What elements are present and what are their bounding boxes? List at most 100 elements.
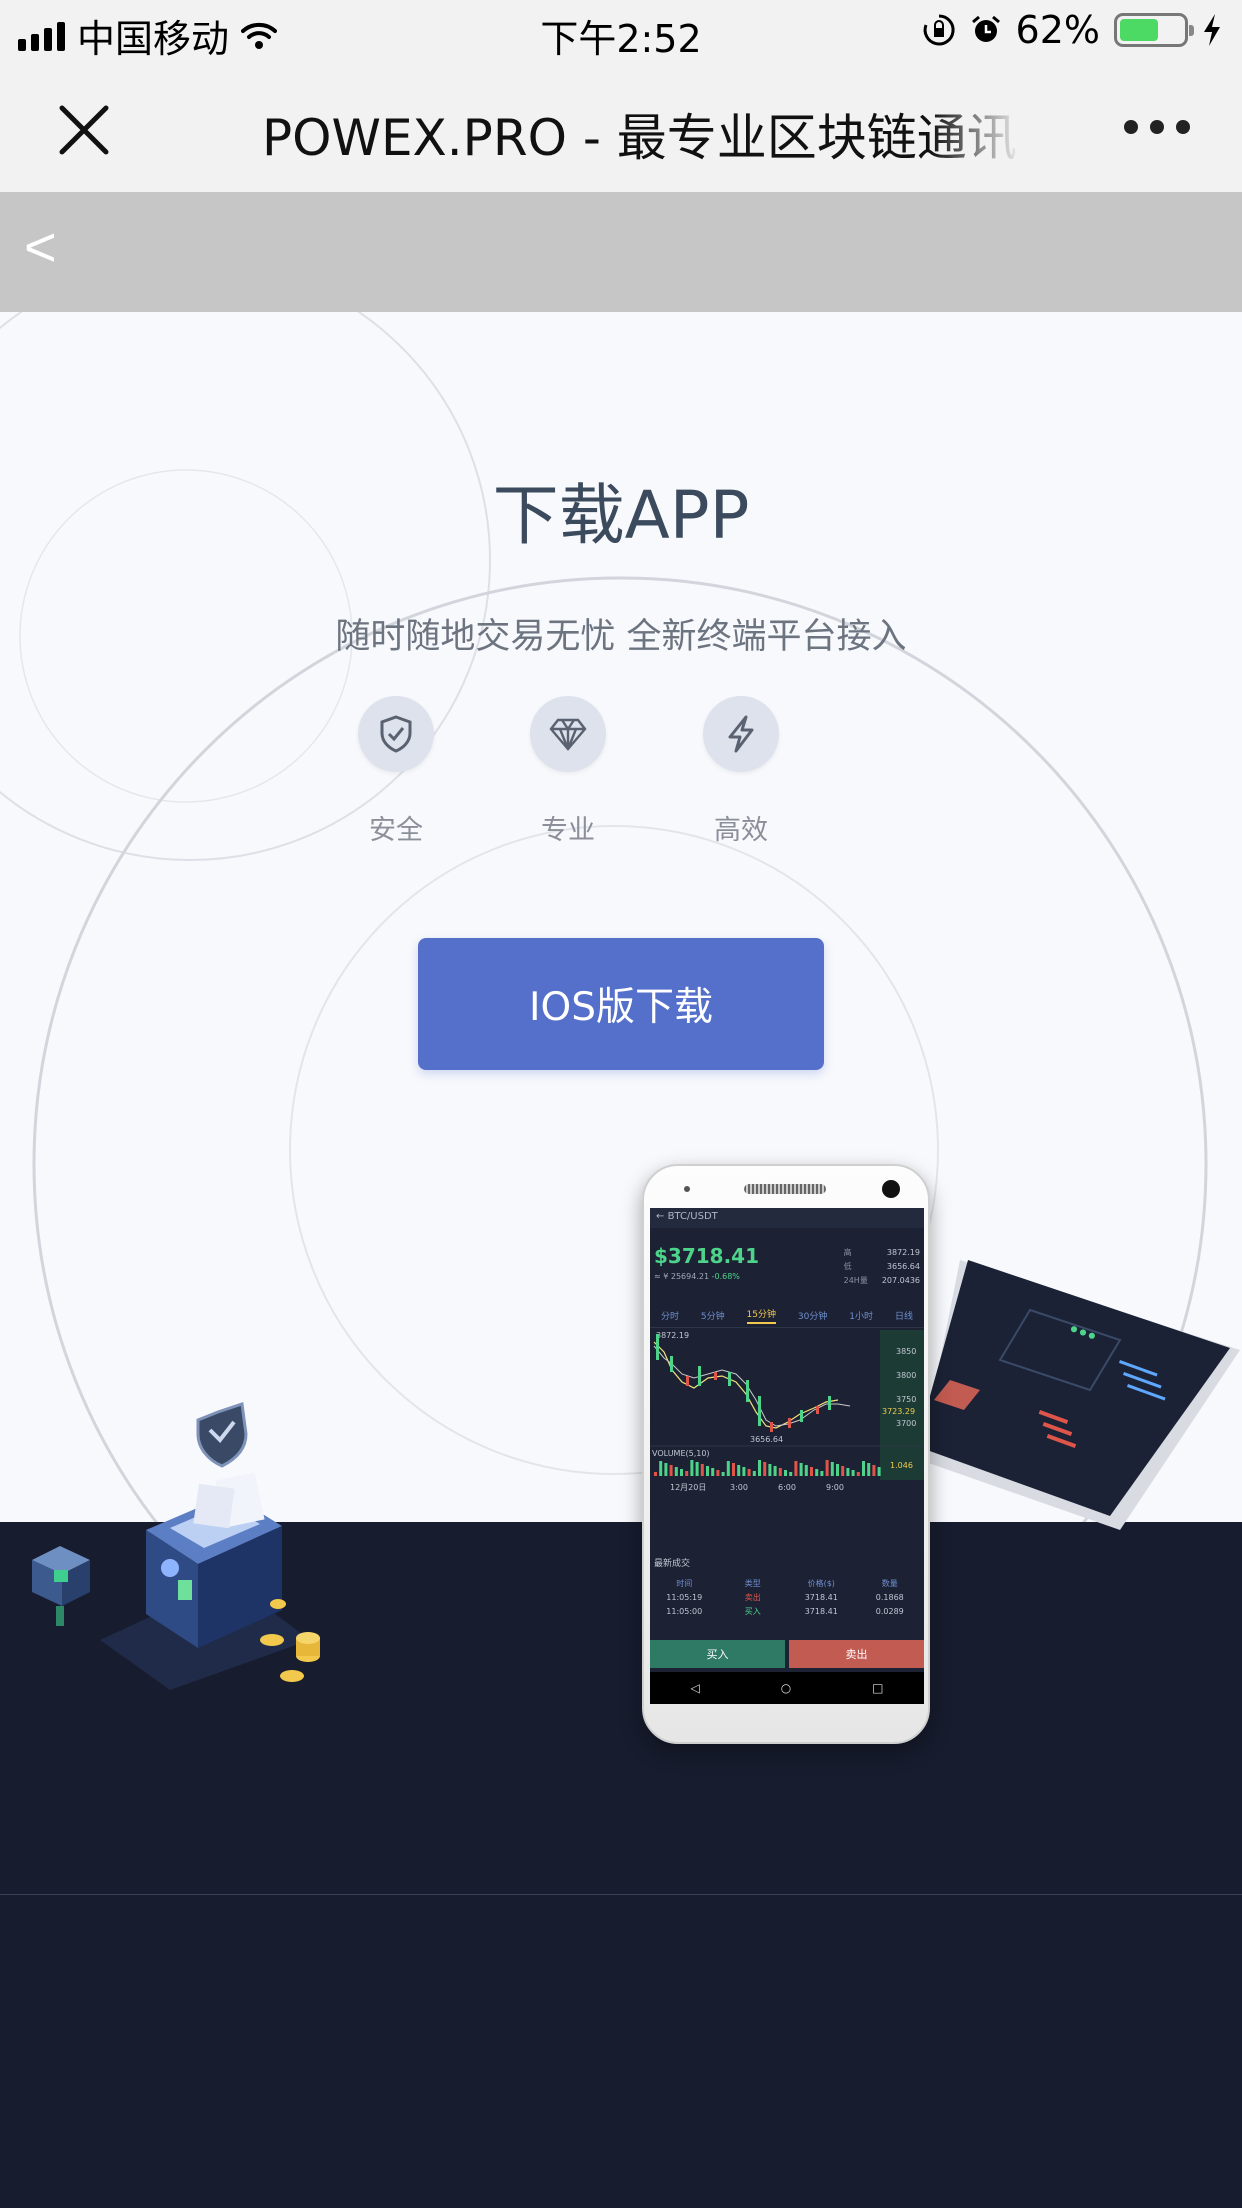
volume-bar (674, 1467, 678, 1476)
feature-efficient: 高效 (681, 696, 801, 847)
battery-percent: 62% (1015, 8, 1100, 52)
volume-bar (721, 1472, 725, 1476)
android-nav-bar: ◁ ○ □ (650, 1672, 924, 1704)
volume-bar (804, 1465, 808, 1476)
svg-text:VOLUME(5,10): VOLUME(5,10) (652, 1449, 710, 1458)
volume-bar (773, 1466, 777, 1476)
nav-back-icon: ◁ (690, 1681, 700, 1695)
volume-bar (763, 1462, 767, 1476)
screen-sell-button: 卖出 (789, 1640, 924, 1668)
phone-screen: ← BTC/USDT $3718.41 ≈ ¥ 25694.21 -0.68% … (650, 1208, 924, 1704)
svg-text:3700: 3700 (896, 1419, 916, 1428)
volume-bar (752, 1471, 756, 1476)
browser-titlebar: POWEX.PRO - 最专业区块链通讯 (0, 62, 1242, 192)
feature-security: 安全 (336, 696, 456, 847)
rotation-lock-icon (923, 14, 955, 46)
screen-kline-chart: 3872.19 3656.64 3850 3800 3750 3700 3723… (650, 1330, 924, 1492)
diamond-icon (549, 718, 587, 751)
download-subtitle: 随时随地交易无忧 全新终端平台接入 (335, 617, 907, 657)
trades-table: 时间 类型 价格($) 数量 11:05:19 卖出 3718.41 0.1868 11:0… (650, 1576, 924, 1618)
volume-bar (768, 1464, 772, 1476)
svg-text:9:00: 9:00 (826, 1483, 844, 1492)
volume-bar (680, 1469, 683, 1476)
feature-label: 安全 (369, 815, 423, 846)
download-title: 下载APP (492, 477, 750, 554)
shield-check-icon (380, 715, 412, 753)
phone-camera (882, 1180, 900, 1198)
volume-bar (872, 1465, 876, 1476)
more-icon[interactable] (1124, 120, 1190, 134)
ios-download-button[interactable]: IOS版下载 (418, 938, 824, 1070)
blockchain-illustration (32, 1402, 320, 1690)
screen-tab: 15分钟 (746, 1307, 776, 1324)
volume-bar (846, 1468, 850, 1476)
volume-bar (836, 1464, 839, 1476)
volume-bar (825, 1460, 829, 1476)
close-icon[interactable] (54, 100, 114, 160)
svg-text:6:00: 6:00 (778, 1483, 796, 1492)
divider (0, 1894, 1242, 1895)
volume-bar (700, 1464, 704, 1476)
volume-bar (778, 1468, 782, 1476)
volume-bar (747, 1469, 751, 1476)
screen-tab: 30分钟 (797, 1312, 828, 1322)
screen-tab: 5分钟 (700, 1312, 725, 1322)
svg-text:3750: 3750 (896, 1395, 916, 1404)
volume-bar (664, 1463, 668, 1476)
volume-bar (654, 1472, 657, 1476)
svg-text:3800: 3800 (896, 1371, 916, 1380)
feature-professional: 专业 (508, 696, 628, 847)
volume-bar (685, 1471, 689, 1476)
battery-icon (1114, 13, 1194, 47)
svg-text:12月20日: 12月20日 (670, 1483, 706, 1492)
volume-bar (789, 1472, 793, 1476)
volume-bar (810, 1467, 813, 1476)
volume-bar (851, 1470, 855, 1476)
svg-text:3656.64: 3656.64 (750, 1435, 783, 1444)
page-title: POWEX.PRO - 最专业区块链通讯 (262, 109, 1017, 167)
feature-label: 高效 (714, 815, 768, 846)
screen-price: $3718.41 (654, 1244, 760, 1268)
volume-bar (737, 1465, 741, 1476)
svg-text:3872.19: 3872.19 (656, 1331, 689, 1340)
volume-bar (784, 1470, 787, 1476)
volume-bar (706, 1466, 709, 1476)
volume-bar (877, 1467, 881, 1476)
volume-bar (716, 1470, 720, 1476)
volume-bar (659, 1461, 663, 1476)
volume-bar (856, 1472, 860, 1476)
lightning-icon (728, 715, 754, 753)
volume-bar (830, 1462, 834, 1476)
screen-tab: 分时 (660, 1312, 679, 1322)
status-bar: 中国移动 下午2:52 62% (0, 0, 1242, 62)
nav-home-icon: ○ (780, 1681, 792, 1695)
svg-text:3850: 3850 (896, 1347, 916, 1356)
volume-bar (742, 1467, 746, 1476)
screen-stats: 高 3872.19 低 3656.64 24H量 207.0436 (843, 1248, 920, 1285)
volume-bar (732, 1463, 735, 1476)
volume-bar (867, 1463, 871, 1476)
svg-text:3:00: 3:00 (730, 1483, 748, 1492)
volume-bar (841, 1466, 845, 1476)
screen-cny: ≈ ¥ 25694.21 -0.68% (654, 1272, 740, 1281)
volume-bar (690, 1460, 694, 1476)
phone-mockup: ← BTC/USDT $3718.41 ≈ ¥ 25694.21 -0.68% … (642, 1164, 930, 1744)
feature-label: 专业 (541, 815, 595, 846)
back-button[interactable]: < (24, 214, 57, 279)
volume-bar (669, 1465, 673, 1476)
nav-recent-icon: □ (872, 1681, 884, 1695)
screen-buy-button: 买入 (650, 1640, 785, 1668)
volume-bar (711, 1468, 715, 1476)
volume-bar (799, 1463, 803, 1476)
latest-trades-title: 最新成交 (654, 1559, 691, 1569)
volume-bar (794, 1461, 798, 1476)
volume-bar (862, 1461, 865, 1476)
volume-bar (695, 1462, 699, 1476)
screen-tab: 日线 (894, 1312, 913, 1322)
screen-header: ← BTC/USDT (650, 1208, 924, 1228)
screen-tab: 1小时 (849, 1312, 874, 1322)
table-row: 11:05:19 卖出 3718.41 0.1868 (666, 1592, 904, 1602)
page-header: < (0, 192, 1242, 312)
svg-text:1.046: 1.046 (890, 1461, 913, 1470)
volume-bar (726, 1461, 730, 1476)
